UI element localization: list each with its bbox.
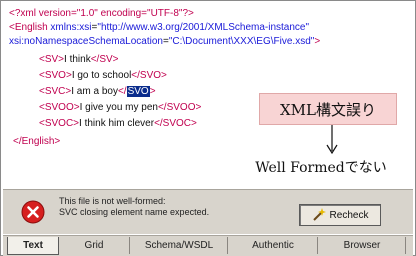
code-line-4: <SV>I think</SV> xyxy=(39,53,119,67)
tab-schema-wsdl[interactable]: Schema/WSDL xyxy=(131,237,228,254)
recheck-label: Recheck xyxy=(329,209,369,221)
error-callout-box: XML構文誤り xyxy=(259,93,397,125)
error-message: This file is not well-formed: SVC closin… xyxy=(59,196,209,218)
recheck-button[interactable]: Recheck xyxy=(299,204,381,226)
tab-text[interactable]: Text xyxy=(7,237,59,255)
xml-editor-window: <?xml version="1.0" encoding="UTF-8"?> <… xyxy=(0,0,416,256)
svoc-text: I think him clever xyxy=(79,118,155,129)
tag-close: > xyxy=(314,36,321,47)
xml-declaration: <?xml version="1.0" encoding="UTF-8"?> xyxy=(9,8,194,19)
error-x-icon xyxy=(21,200,45,224)
recheck-wand-icon xyxy=(312,208,326,221)
svo-close-tag: </SVO> xyxy=(131,70,167,81)
svoc-close-tag: </SVOC> xyxy=(154,118,197,129)
code-line-6: <SVC>I am a boy</SVO> xyxy=(39,85,156,99)
english-close-tag: </English> xyxy=(13,136,61,147)
svoc-open-tag: <SVOC> xyxy=(39,118,80,129)
schema-location-value: "C:\Document\XXX\EG\Five.xsd" xyxy=(168,36,315,47)
sv-close-tag: </SV> xyxy=(90,54,119,65)
error-message-line-2: SVC closing element name expected. xyxy=(59,207,210,217)
callout-caption: Well Formedでない xyxy=(255,160,387,176)
validation-status-bar: This file is not well-formed: SVC closin… xyxy=(3,189,413,234)
schema-location-attr: xsi:noNamespaceSchemaLocation xyxy=(9,36,163,47)
callout-label: XML構文誤り xyxy=(280,100,376,119)
view-tab-bar: Text Grid Schema/WSDL Authentic Browser xyxy=(3,235,413,256)
svoo-open-tag: <SVOO> xyxy=(39,102,80,113)
tab-grid[interactable]: Grid xyxy=(59,237,130,254)
sv-open-tag: <SV> xyxy=(39,54,65,65)
selected-error-text[interactable]: SVO xyxy=(126,86,150,97)
english-open-tag: <English xyxy=(9,22,48,33)
code-line-3: xsi:noNamespaceSchemaLocation="C:\Docume… xyxy=(9,35,320,49)
code-line-8: <SVOC>I think him clever</SVOC> xyxy=(39,117,197,131)
svc-open-tag: <SVC> xyxy=(39,86,72,97)
code-line-9: </English> xyxy=(13,135,60,149)
xmlns-value: "http://www.w3.org/2001/XMLSchema-instan… xyxy=(97,22,310,33)
svoo-text: I give you my pen xyxy=(79,102,158,113)
svc-close-tag-end: > xyxy=(149,86,156,97)
down-arrow-icon xyxy=(326,125,338,155)
error-message-line-1: This file is not well-formed: xyxy=(59,196,166,206)
svc-close-tag-start: </ xyxy=(117,86,127,97)
svoo-close-tag: </SVOO> xyxy=(157,102,202,113)
code-line-1: <?xml version="1.0" encoding="UTF-8"?> xyxy=(9,7,194,21)
xmlns-attr: xmlns:xsi xyxy=(47,22,92,33)
sv-text: I think xyxy=(64,54,91,65)
svo-open-tag: <SVO> xyxy=(39,70,72,81)
svc-text: I am a boy xyxy=(71,86,118,97)
code-line-5: <SVO>I go to school</SVO> xyxy=(39,69,167,83)
tab-browser[interactable]: Browser xyxy=(319,237,406,254)
code-line-7: <SVOO>I give you my pen</SVOO> xyxy=(39,101,201,115)
tab-authentic[interactable]: Authentic xyxy=(229,237,318,254)
code-line-2: <English xmlns:xsi="http://www.w3.org/20… xyxy=(9,21,309,35)
svo-text: I go to school xyxy=(71,70,132,81)
